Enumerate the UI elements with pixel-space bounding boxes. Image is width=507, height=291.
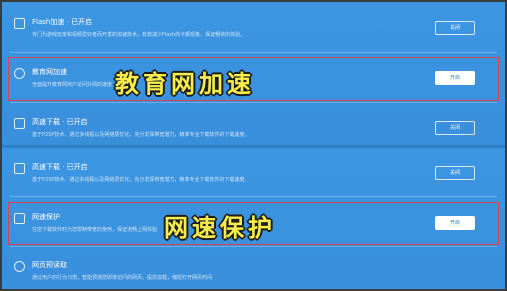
overlay-caption: 教育网加速	[115, 69, 255, 98]
gauge-icon	[14, 68, 25, 79]
shield-icon	[14, 213, 25, 224]
setting-title: 网页预读取	[32, 261, 67, 269]
overlay-caption: 网速保护	[164, 213, 276, 242]
close-button[interactable]: 关闭	[435, 121, 475, 135]
flash-icon	[14, 18, 25, 29]
settings-panel-bottom: 高速下载 · 已开启 基于P2SP技术，通过多线程以及网络层优化，充分发挥带宽潜…	[2, 148, 505, 289]
setting-desc: 专门为游戏玩家和视频爱好者而开发的加速技术，有效减少Flash的卡顿现象，保证畅…	[32, 32, 246, 38]
divider	[10, 246, 497, 247]
setting-title: Flash加速 · 已开启	[32, 18, 93, 26]
close-button[interactable]: 关闭	[435, 166, 475, 180]
enable-button[interactable]: 开启	[435, 71, 475, 85]
setting-desc: 基于P2SP技术，通过多线程以及网络层优化，充分发挥带宽潜力，精准专业下载软件的…	[32, 132, 250, 138]
close-button[interactable]: 关闭	[435, 21, 475, 35]
setting-row-fast-download: 高速下载 · 已开启 基于P2SP技术，通过多线程以及网络层优化，充分发挥带宽潜…	[2, 105, 505, 145]
setting-row-web-preload: 网页预读取 通过用户的行为习惯，智能预测您即将访问的网页，提前加载，缩短打开网页…	[2, 248, 505, 289]
setting-row-flash: Flash加速 · 已开启 专门为游戏玩家和视频爱好者而开发的加速技术，有效减少…	[2, 5, 505, 50]
download-icon	[14, 118, 25, 129]
setting-desc: 通过用户的行为习惯，智能预测您即将访问的网页，提前加载，缩短打开网页时间	[32, 275, 213, 281]
settings-panel-top: Flash加速 · 已开启 专门为游戏玩家和视频爱好者而开发的加速技术，有效减少…	[2, 2, 505, 145]
divider	[10, 102, 497, 103]
globe-icon	[14, 261, 25, 272]
setting-title: 高速下载 · 已开启	[32, 118, 88, 126]
setting-desc: 全面提升教育网用户访问外网的速度	[32, 82, 113, 88]
setting-title: 教育网加速	[32, 68, 67, 76]
setting-desc: 基于P2SP技术，通过多线程以及网络层优化，充分发挥带宽潜力，精准专业下载软件的…	[32, 177, 250, 183]
divider	[10, 196, 497, 197]
setting-title: 高速下载 · 已开启	[32, 163, 88, 171]
setting-title: 网速保护	[32, 213, 60, 221]
setting-row-fast-download: 高速下载 · 已开启 基于P2SP技术，通过多线程以及网络层优化，充分发挥带宽潜…	[2, 150, 505, 195]
enable-button[interactable]: 开启	[435, 216, 475, 230]
setting-desc: 在您下载软件时为您限制带宽的使用，保证流畅上网体验	[32, 227, 158, 233]
divider	[10, 52, 497, 53]
download-icon	[14, 163, 25, 174]
